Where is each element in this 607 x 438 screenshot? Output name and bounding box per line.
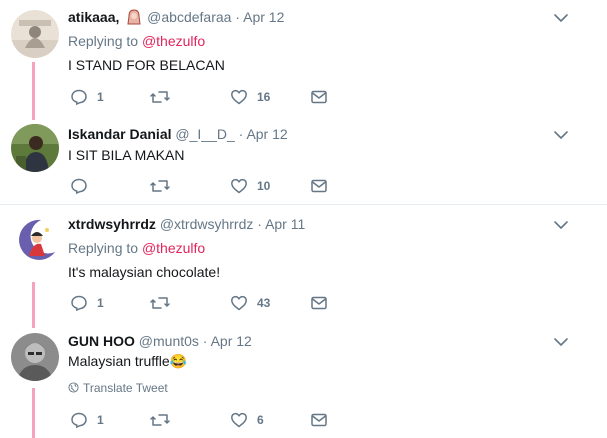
display-name[interactable]: atikaaa, xyxy=(68,9,119,25)
message-button[interactable] xyxy=(310,294,328,312)
reply-count: 1 xyxy=(97,90,104,104)
avatar[interactable] xyxy=(11,124,59,172)
retweet-button[interactable] xyxy=(150,294,179,312)
tweet-header: Iskandar Danial @_I__D_ · Apr 12 xyxy=(68,126,288,142)
retweet-button[interactable] xyxy=(150,177,179,195)
replying-to: Replying to @thezulfo xyxy=(68,240,206,256)
translate-tweet-link[interactable]: Translate Tweet xyxy=(68,381,168,395)
avatar[interactable] xyxy=(11,10,59,58)
avatar[interactable] xyxy=(11,216,59,264)
like-count: 43 xyxy=(257,296,271,310)
tweet-text: I STAND FOR BELACAN xyxy=(68,57,225,73)
avatar[interactable] xyxy=(11,333,59,381)
reply-icon xyxy=(71,178,87,195)
chevron-down-icon[interactable] xyxy=(553,219,569,231)
like-button[interactable]: 6 xyxy=(230,411,264,429)
reply-icon xyxy=(71,89,87,106)
like-icon xyxy=(231,178,247,194)
display-name[interactable]: xtrdwsyhrrdz xyxy=(68,216,156,232)
tweet-date[interactable]: Apr 12 xyxy=(246,126,287,142)
mention-link[interactable]: @thezulfo xyxy=(142,240,205,256)
message-icon xyxy=(311,90,327,104)
tweet-date[interactable]: Apr 12 xyxy=(243,9,284,25)
like-count: 10 xyxy=(257,179,271,193)
message-button[interactable] xyxy=(310,177,328,195)
tweet-actions: 1 43 xyxy=(70,294,340,314)
tweet-actions: 10 xyxy=(70,177,340,197)
retweet-icon xyxy=(150,91,170,103)
tweet-date[interactable]: Apr 12 xyxy=(211,333,252,349)
user-handle[interactable]: @abcdefaraa xyxy=(147,9,231,25)
thread-line xyxy=(32,282,35,328)
tweet-text: I SIT BILA MAKAN xyxy=(68,147,185,163)
tweet-actions: 1 6 xyxy=(70,411,340,431)
reply-button[interactable]: 1 xyxy=(70,411,104,429)
display-name[interactable]: Iskandar Danial xyxy=(68,126,172,142)
thread-line xyxy=(32,388,35,438)
like-button[interactable]: 16 xyxy=(230,88,270,106)
like-button[interactable]: 43 xyxy=(230,294,270,312)
reply-count: 1 xyxy=(97,296,104,310)
tweet-actions: 1 16 xyxy=(70,88,340,108)
tweet-header: atikaaa, @abcdefaraa · Apr 12 xyxy=(68,9,284,28)
like-icon xyxy=(231,89,247,105)
globe-icon xyxy=(68,382,79,393)
message-icon xyxy=(311,413,327,427)
message-button[interactable] xyxy=(310,411,328,429)
like-count: 16 xyxy=(257,90,271,104)
thread-line xyxy=(32,62,35,120)
tweet-divider xyxy=(0,204,607,205)
reply-icon xyxy=(71,412,87,429)
reply-button[interactable]: 1 xyxy=(70,88,104,106)
reply-icon xyxy=(71,295,87,312)
like-button[interactable]: 10 xyxy=(230,177,270,195)
like-icon xyxy=(231,412,247,428)
user-handle[interactable]: @_I__D_ xyxy=(175,126,234,142)
message-icon xyxy=(311,179,327,193)
tweet-text: Malaysian truffle😂 xyxy=(68,353,188,369)
hijab-woman-emoji-icon xyxy=(127,9,141,28)
message-icon xyxy=(311,296,327,310)
chevron-down-icon[interactable] xyxy=(553,336,569,348)
reply-count: 1 xyxy=(97,413,104,427)
reply-button[interactable] xyxy=(70,177,97,195)
translate-label: Translate Tweet xyxy=(83,381,168,395)
retweet-icon xyxy=(150,414,170,426)
retweet-icon xyxy=(150,297,170,309)
display-name[interactable]: GUN HOO xyxy=(68,333,135,349)
message-button[interactable] xyxy=(310,88,328,106)
reply-button[interactable]: 1 xyxy=(70,294,104,312)
tweet-header: xtrdwsyhrrdz @xtrdwsyhrrdz · Apr 11 xyxy=(68,216,306,232)
chevron-down-icon[interactable] xyxy=(553,129,569,141)
replying-to: Replying to @thezulfo xyxy=(68,33,206,49)
tweet-text: It's malaysian chocolate! xyxy=(68,264,221,280)
retweet-icon xyxy=(150,180,170,192)
chevron-down-icon[interactable] xyxy=(553,12,569,24)
user-handle[interactable]: @munt0s xyxy=(139,333,199,349)
like-icon xyxy=(231,295,247,311)
like-count: 6 xyxy=(257,413,264,427)
tweet-header: GUN HOO @munt0s · Apr 12 xyxy=(68,333,252,349)
retweet-button[interactable] xyxy=(150,411,179,429)
retweet-button[interactable] xyxy=(150,88,179,106)
mention-link[interactable]: @thezulfo xyxy=(142,33,205,49)
tweet-date[interactable]: Apr 11 xyxy=(265,216,305,232)
user-handle[interactable]: @xtrdwsyhrrdz xyxy=(160,216,254,232)
